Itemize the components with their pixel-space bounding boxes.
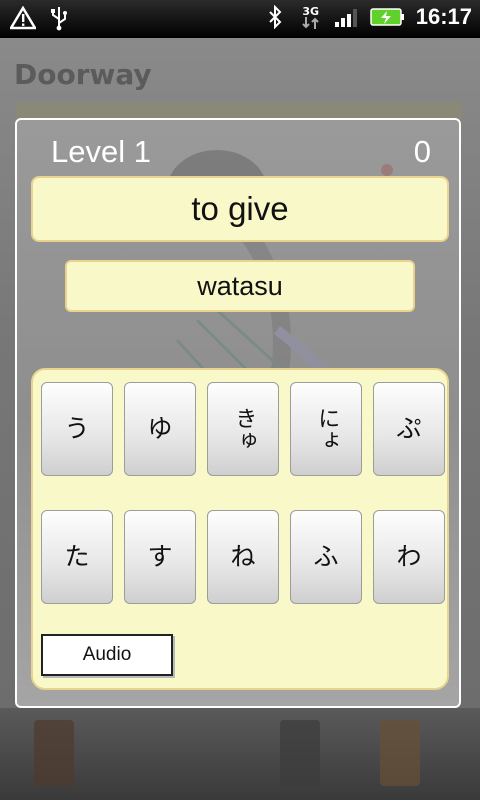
kana-key[interactable]: た xyxy=(41,510,113,604)
kana-keypad: う ゆ きゅ にょ ぷ た す ね ふ わ Audio xyxy=(31,368,449,690)
kana-key[interactable]: にょ xyxy=(290,382,362,476)
kana-key-label: にょ xyxy=(314,407,340,451)
kana-key-label: ゆ xyxy=(147,414,173,443)
word-prompt-text: to give xyxy=(191,190,289,227)
kana-key[interactable]: す xyxy=(124,510,196,604)
kana-key[interactable]: ぷ xyxy=(373,382,445,476)
kana-key-label: た xyxy=(64,542,90,571)
signal-icon xyxy=(334,4,360,30)
quiz-dialog: Level 1 0 to give watasu う ゆ きゅ にょ ぷ た す xyxy=(15,118,461,708)
audio-button[interactable]: Audio xyxy=(41,634,173,676)
status-bar: 3G 16:17 xyxy=(0,0,480,38)
kana-key-label: う xyxy=(64,414,90,443)
status-left xyxy=(10,5,72,31)
status-time: 16:17 xyxy=(415,4,472,29)
word-prompt: to give xyxy=(31,176,449,242)
background-thumbnail xyxy=(380,720,420,786)
romaji-answer-text: watasu xyxy=(197,270,283,301)
network-3g-icon: 3G xyxy=(298,4,324,30)
kana-key-label: きゅ xyxy=(231,407,257,451)
score-value: 0 xyxy=(413,134,431,169)
kana-key-label: わ xyxy=(396,542,422,571)
kana-key[interactable]: う xyxy=(41,382,113,476)
warning-icon xyxy=(10,5,36,31)
network-label: 3G xyxy=(302,4,320,18)
background-thumbnail xyxy=(280,720,320,786)
bluetooth-icon xyxy=(262,4,288,30)
kana-key[interactable]: きゅ xyxy=(207,382,279,476)
kana-key[interactable]: わ xyxy=(373,510,445,604)
background-app-title: Doorway xyxy=(14,58,152,91)
kana-key-label: ぷ xyxy=(396,414,422,443)
status-right: 3G 16:17 xyxy=(262,4,472,30)
background-thumbnail xyxy=(34,720,74,786)
kana-key[interactable]: ゆ xyxy=(124,382,196,476)
battery-charging-icon xyxy=(369,4,406,30)
background-bottom-bar xyxy=(0,708,480,800)
kana-key-label: ね xyxy=(230,542,256,571)
kana-key[interactable]: ふ xyxy=(290,510,362,604)
romaji-answer: watasu xyxy=(65,260,415,312)
kana-key-label: す xyxy=(147,542,173,571)
audio-button-label: Audio xyxy=(82,644,132,665)
kana-key[interactable]: ね xyxy=(207,510,279,604)
usb-icon xyxy=(46,5,72,31)
level-label: Level 1 xyxy=(51,134,151,169)
kana-key-label: ふ xyxy=(313,542,339,571)
